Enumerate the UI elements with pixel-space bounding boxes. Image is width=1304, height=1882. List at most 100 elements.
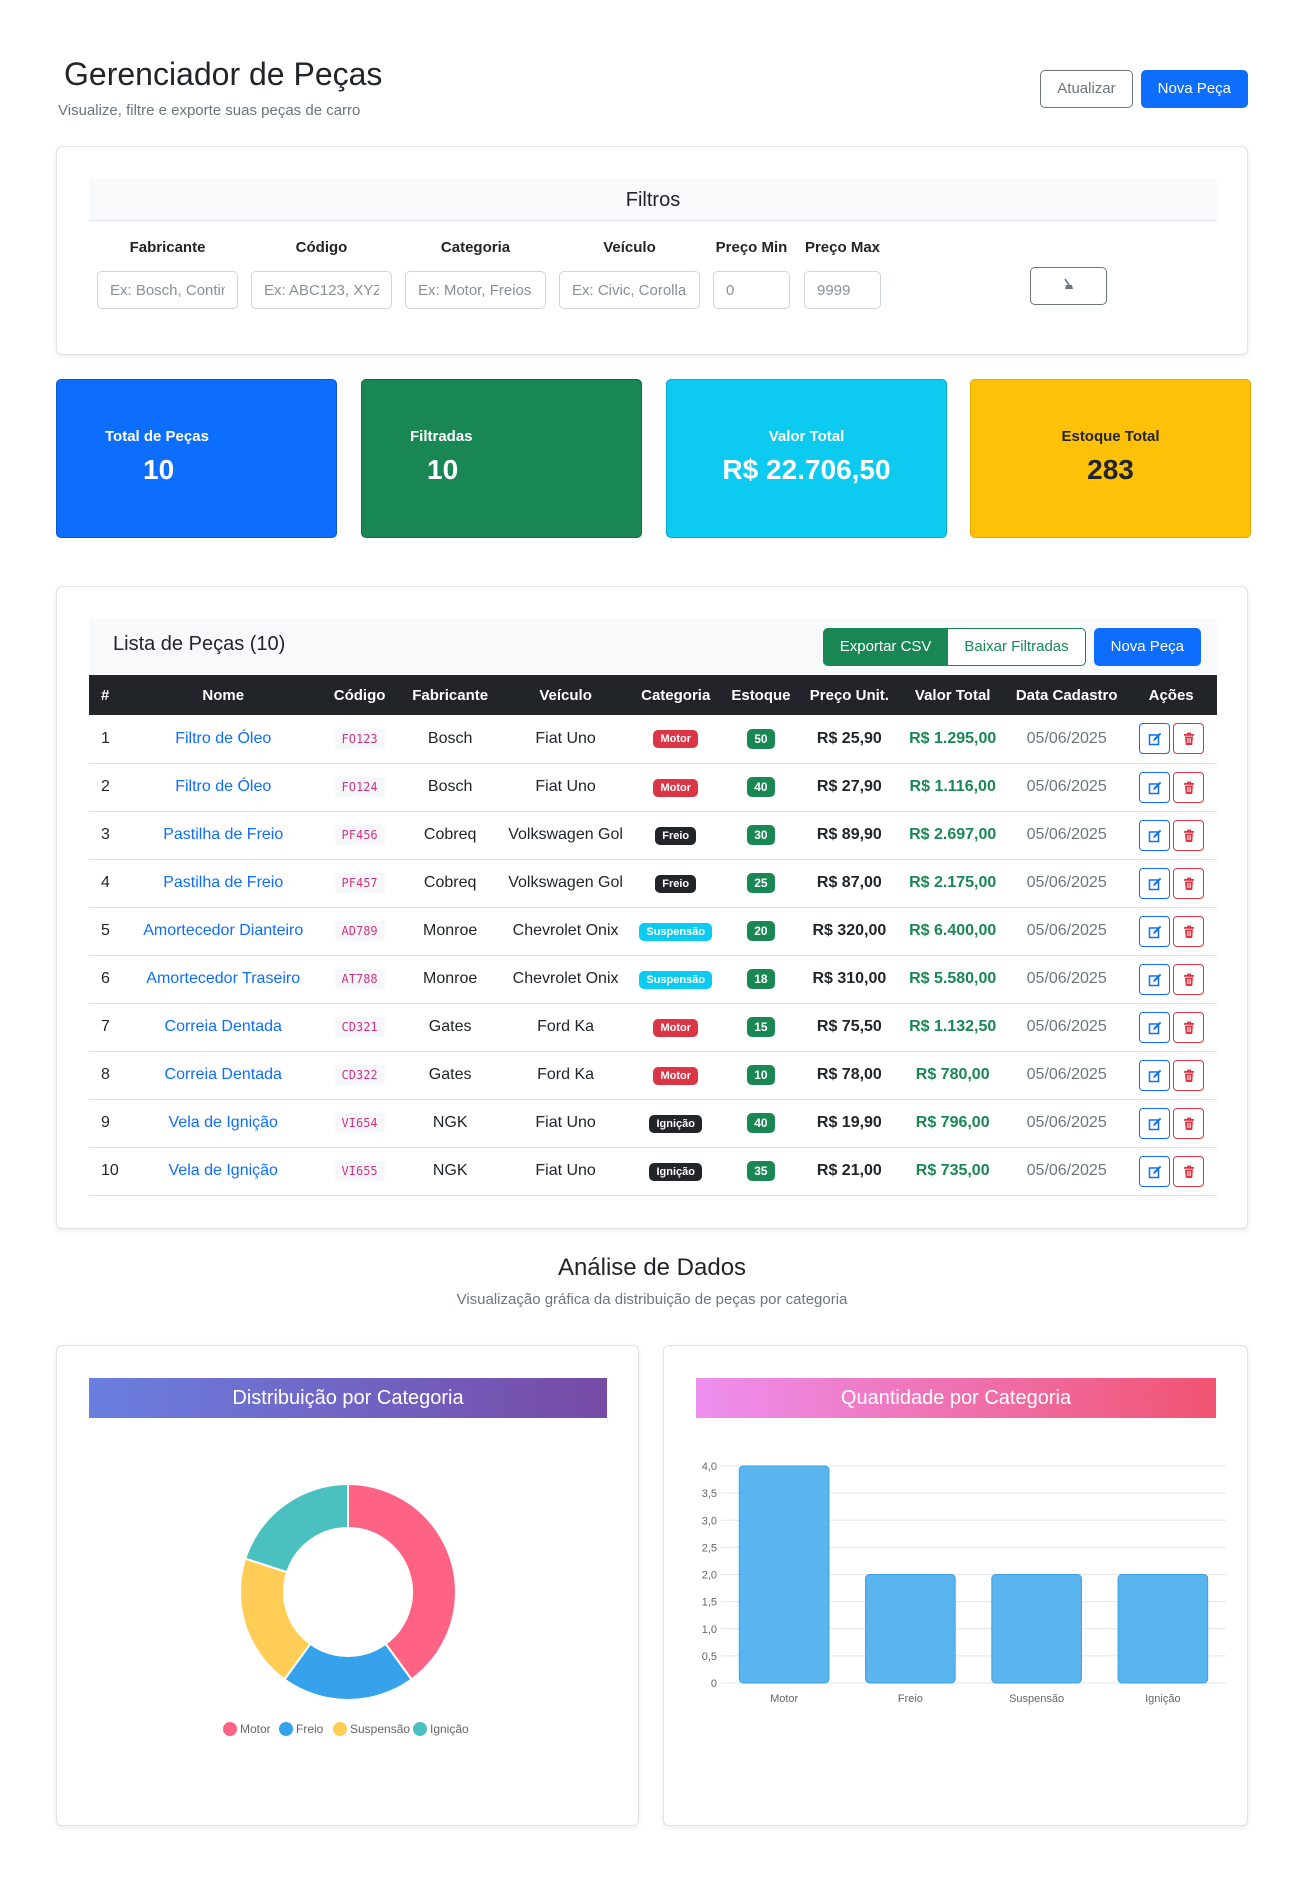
new-part-button[interactable]: Nova Peça — [1140, 70, 1248, 108]
bar-freio[interactable] — [865, 1574, 956, 1684]
edit-button[interactable] — [1138, 963, 1170, 995]
trash-icon — [1183, 973, 1194, 986]
category-input[interactable] — [405, 271, 546, 309]
download-filtered-button[interactable]: Baixar Filtradas — [947, 628, 1086, 666]
col-manufacturer: Fabricante — [412, 686, 489, 704]
part-code: FO123 — [334, 728, 385, 749]
filter-price-min-label: Preço Min — [715, 239, 788, 256]
edit-button[interactable] — [1138, 723, 1170, 755]
created-date: 05/06/2025 — [1026, 1114, 1107, 1131]
vehicle-input[interactable] — [559, 271, 700, 309]
delete-button[interactable] — [1172, 1059, 1204, 1091]
row-number: 9 — [101, 1114, 110, 1131]
created-date: 05/06/2025 — [1026, 970, 1107, 987]
unit-price: R$ 320,00 — [812, 922, 887, 939]
bar-motor[interactable] — [738, 1465, 830, 1684]
part-code: VI654 — [334, 1113, 385, 1133]
part-code: FO124 — [334, 777, 385, 797]
part-name-link[interactable]: Pastilha de Freio — [163, 826, 283, 843]
unit-price: R$ 21,00 — [816, 1162, 882, 1179]
pie-chart-card: Distribuição por Categoria Motor Freio Sus… — [56, 1345, 639, 1826]
part-name-link[interactable]: Amortecedor Dianteiro — [143, 922, 303, 939]
unit-price: R$ 19,90 — [816, 1114, 882, 1131]
stat-total-parts-value: 10 — [143, 454, 175, 485]
delete-button[interactable] — [1172, 1107, 1204, 1139]
part-name-link[interactable]: Filtro de Óleo — [175, 730, 271, 747]
part-manufacturer: Gates — [428, 1066, 472, 1083]
table-new-part-button[interactable]: Nova Peça — [1093, 628, 1201, 666]
pie-chart: Motor Freio Suspensão Ignição — [223, 1482, 469, 1736]
delete-button[interactable] — [1172, 771, 1204, 803]
part-name-link[interactable]: Pastilha de Freio — [163, 874, 283, 891]
unit-price: R$ 89,90 — [816, 826, 882, 843]
refresh-button[interactable]: Atualizar — [1040, 70, 1133, 108]
trash-icon — [1183, 829, 1194, 842]
total-value: R$ 2.697,00 — [909, 826, 997, 843]
pie-slice-ignição[interactable] — [244, 1482, 349, 1574]
edit-button[interactable] — [1138, 1059, 1170, 1091]
total-value: R$ 796,00 — [915, 1114, 990, 1131]
part-name-link[interactable]: Correia Dentada — [165, 1066, 282, 1083]
trash-icon — [1183, 1117, 1194, 1130]
y-tick-label: 2,0 — [702, 1570, 717, 1582]
y-tick-label: 3,5 — [702, 1488, 717, 1500]
col-category: Categoria — [641, 686, 711, 704]
category-badge: Ignição — [649, 1114, 702, 1133]
row-number: 2 — [101, 778, 110, 795]
delete-button[interactable] — [1172, 819, 1204, 851]
part-vehicle: Fiat Uno — [535, 1162, 596, 1179]
part-manufacturer: Monroe — [423, 970, 478, 987]
created-date: 05/06/2025 — [1026, 1066, 1107, 1083]
edit-button[interactable] — [1138, 867, 1170, 899]
bar-ignição[interactable] — [1117, 1574, 1209, 1684]
part-vehicle: Fiat Uno — [535, 778, 596, 795]
legend-swatch — [223, 1722, 237, 1736]
edit-button[interactable] — [1138, 771, 1170, 803]
clear-filters-button[interactable] — [1030, 267, 1107, 305]
price-max-input[interactable] — [804, 271, 881, 309]
stock-badge: 40 — [747, 777, 775, 797]
parts-table-card: Lista de Peças (10) Exportar CSV Baixar … — [56, 586, 1248, 1229]
delete-button[interactable] — [1172, 723, 1204, 755]
legend-swatch — [413, 1722, 427, 1736]
delete-button[interactable] — [1172, 963, 1204, 995]
y-tick-label: 1,5 — [702, 1597, 717, 1609]
edit-button[interactable] — [1138, 1011, 1170, 1043]
table-row: 3 Pastilha de Freio PF456 Cobreq Volkswagen … — [89, 811, 1217, 859]
edit-button[interactable] — [1138, 819, 1170, 851]
bar-suspensão[interactable] — [991, 1574, 1082, 1684]
delete-button[interactable] — [1172, 915, 1204, 947]
pie-slice-motor[interactable] — [347, 1482, 457, 1681]
part-vehicle: Ford Ka — [537, 1066, 595, 1083]
delete-button[interactable] — [1172, 867, 1204, 899]
delete-button[interactable] — [1172, 1155, 1204, 1187]
stat-total-parts: Total de Peças 10 — [56, 379, 337, 538]
price-min-input[interactable] — [713, 271, 790, 309]
part-name-link[interactable]: Vela de Ignição — [169, 1114, 278, 1131]
export-csv-button[interactable]: Exportar CSV — [822, 628, 949, 666]
part-name-link[interactable]: Amortecedor Traseiro — [146, 970, 300, 987]
part-code: VI655 — [334, 1161, 385, 1181]
unit-price: R$ 310,00 — [812, 970, 887, 987]
row-actions — [1125, 1147, 1217, 1195]
unit-price: R$ 87,00 — [816, 874, 882, 891]
unit-price: R$ 27,90 — [816, 778, 882, 795]
part-name-link[interactable]: Vela de Ignição — [169, 1162, 278, 1179]
stock-badge: 40 — [747, 1113, 775, 1133]
edit-button[interactable] — [1138, 1107, 1170, 1139]
part-name-link[interactable]: Filtro de Óleo — [175, 778, 271, 795]
manufacturer-input[interactable] — [97, 271, 238, 309]
edit-button[interactable] — [1138, 1155, 1170, 1187]
created-date: 05/06/2025 — [1026, 1018, 1107, 1035]
stat-total-value-label: Valor Total — [768, 428, 845, 445]
part-code: PF457 — [334, 873, 385, 893]
edit-button[interactable] — [1138, 915, 1170, 947]
stock-badge: 18 — [747, 969, 775, 989]
part-name-link[interactable]: Correia Dentada — [165, 1018, 282, 1035]
category-badge: Motor — [653, 1018, 698, 1037]
part-vehicle: Ford Ka — [537, 1018, 595, 1035]
row-actions — [1125, 955, 1217, 1003]
stat-total-value-value: R$ 22.706,50 — [722, 454, 891, 485]
delete-button[interactable] — [1172, 1011, 1204, 1043]
code-input[interactable] — [251, 271, 392, 309]
